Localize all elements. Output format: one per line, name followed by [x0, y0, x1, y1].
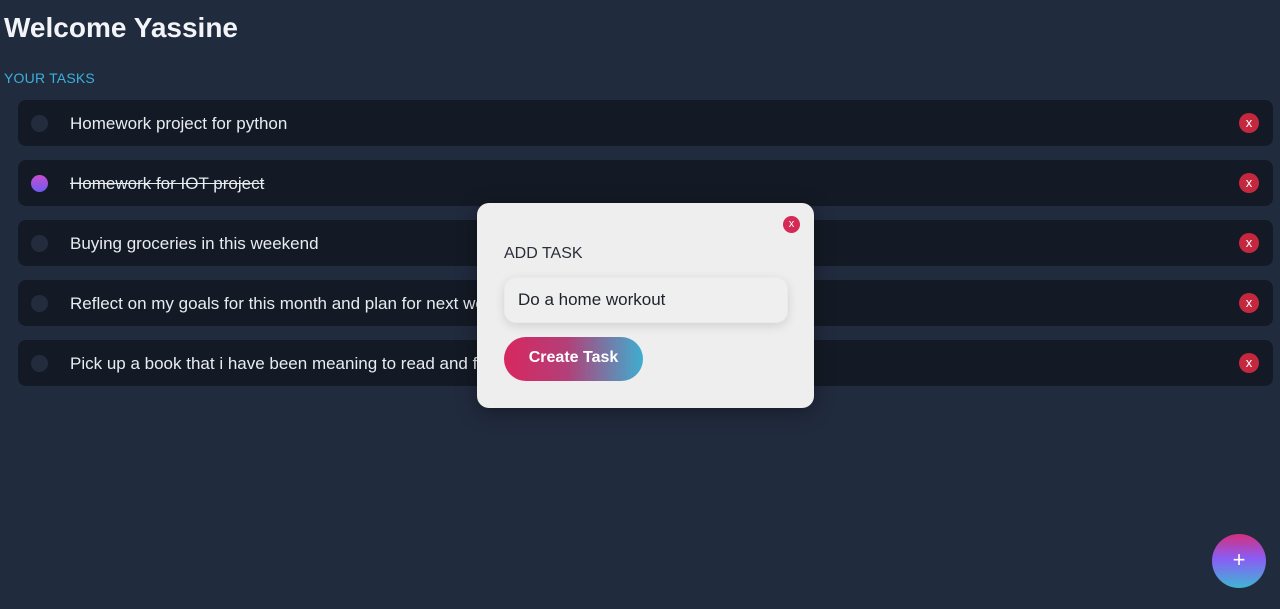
- task-item: Homework project for python x: [18, 100, 1273, 146]
- task-checkbox[interactable]: [31, 175, 48, 192]
- task-item: Homework for IOT project x: [18, 160, 1273, 206]
- page: Welcome Yassine YOUR TASKS Homework proj…: [0, 0, 1280, 609]
- task-checkbox[interactable]: [31, 295, 48, 312]
- create-task-button[interactable]: Create Task: [504, 337, 643, 381]
- delete-task-button[interactable]: x: [1239, 293, 1259, 313]
- tasks-section-label: YOUR TASKS: [4, 70, 95, 86]
- delete-task-button[interactable]: x: [1239, 113, 1259, 133]
- task-text: Pick up a book that i have been meaning …: [70, 354, 526, 373]
- task-text: Reflect on my goals for this month and p…: [70, 294, 503, 313]
- add-task-heading: ADD TASK: [504, 245, 583, 262]
- page-title: Welcome Yassine: [4, 12, 238, 43]
- task-checkbox[interactable]: [31, 235, 48, 252]
- task-text: Homework project for python: [70, 114, 288, 133]
- add-task-modal: x ADD TASK Create Task: [477, 203, 814, 408]
- add-task-fab[interactable]: +: [1212, 534, 1266, 588]
- task-checkbox[interactable]: [31, 115, 48, 132]
- task-text: Homework for IOT project: [70, 174, 265, 193]
- delete-task-button[interactable]: x: [1239, 353, 1259, 373]
- task-input[interactable]: [504, 277, 788, 323]
- task-text: Buying groceries in this weekend: [70, 234, 319, 253]
- close-modal-button[interactable]: x: [783, 216, 800, 233]
- delete-task-button[interactable]: x: [1239, 233, 1259, 253]
- task-checkbox[interactable]: [31, 355, 48, 372]
- delete-task-button[interactable]: x: [1239, 173, 1259, 193]
